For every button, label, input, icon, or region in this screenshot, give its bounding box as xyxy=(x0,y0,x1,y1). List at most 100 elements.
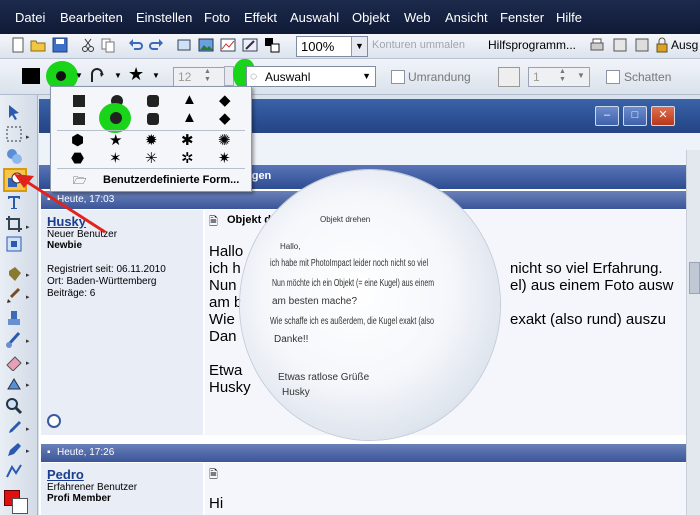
clone-tool-icon[interactable] xyxy=(5,309,23,327)
octagon-shape-icon[interactable]: ⬣ xyxy=(71,149,84,167)
lock-icon[interactable] xyxy=(654,37,670,53)
size-spinner[interactable]: 12 ▲ ▼ xyxy=(173,67,225,87)
curve-icon[interactable] xyxy=(90,68,108,84)
eyedropper-tool-icon[interactable] xyxy=(5,419,23,437)
menu-auswahl[interactable]: Auswahl xyxy=(290,10,339,25)
ellipse-3d-shape-icon[interactable] xyxy=(110,112,122,124)
post-time: Heute, 17:26 xyxy=(57,447,115,458)
stroke-color-swatch[interactable] xyxy=(498,67,520,87)
post-body: 🗎 Hi xyxy=(205,463,686,515)
menu-bearbeiten[interactable]: Bearbeiten xyxy=(60,10,123,25)
brush-tool-icon[interactable] xyxy=(5,287,23,305)
chevron-down-icon[interactable]: ▼ xyxy=(362,71,371,81)
zoom-tool-icon[interactable] xyxy=(5,397,23,415)
minimize-button[interactable]: – xyxy=(595,106,619,126)
ausgabe-button[interactable]: Ausg xyxy=(671,38,698,52)
menu-datei[interactable]: Datei xyxy=(15,10,45,25)
pen-tool-icon[interactable] xyxy=(5,441,23,459)
path-tool-icon[interactable] xyxy=(5,463,23,481)
stroke-spinner[interactable]: 1 ▲ ▼ ▼ xyxy=(528,67,590,87)
mode-select[interactable]: ◌ Auswahl ▼ xyxy=(246,66,376,87)
print-icon[interactable] xyxy=(589,37,605,53)
user-registered: Registriert seit: 06.11.2010 xyxy=(47,264,166,275)
sun-shape-icon[interactable]: ✷ xyxy=(218,149,231,167)
rounded-rect-shape-icon[interactable] xyxy=(147,95,159,107)
selection-tool-icon[interactable] xyxy=(5,125,23,143)
rectangle-3d-shape-icon[interactable] xyxy=(73,113,85,125)
burst-shape-icon[interactable]: ✹ xyxy=(145,131,158,149)
rectangle-shape-icon[interactable] xyxy=(73,95,85,107)
edit-image-icon[interactable] xyxy=(242,37,258,53)
pointer-tool-icon[interactable] xyxy=(5,103,23,121)
scrollbar-thumb[interactable] xyxy=(689,262,700,294)
menu-hilfe[interactable]: Hilfe xyxy=(556,10,582,25)
menu-fenster[interactable]: Fenster xyxy=(500,10,544,25)
menu-einstellen[interactable]: Einstellen xyxy=(136,10,192,25)
diamond-shape-icon[interactable]: ◆ xyxy=(219,91,231,109)
konturen-button[interactable]: Konturen ummalen xyxy=(372,39,465,51)
star-icon[interactable]: ★ xyxy=(128,64,144,85)
asterisk-shape-icon[interactable]: ✳ xyxy=(145,149,158,167)
triangle-3d-shape-icon[interactable]: ▲ xyxy=(182,109,197,126)
post-line: Wie xyxy=(209,311,235,328)
chevron-down-icon[interactable]: ▼ xyxy=(114,71,122,80)
tool-panel: ▸ ▸ ▸ ▸ ▸ ▸ ▸ ▸ ▸ ▸ xyxy=(0,95,38,515)
post-line: Hi xyxy=(209,495,224,512)
fill-color-swatch[interactable] xyxy=(22,68,40,84)
menu-foto[interactable]: Foto xyxy=(204,10,230,25)
menu-web[interactable]: Web xyxy=(404,10,431,25)
post-line: Hallo xyxy=(209,243,244,260)
chevron-down-icon[interactable]: ▼ xyxy=(152,71,160,80)
gear-shape-icon[interactable]: ✺ xyxy=(218,131,231,149)
diamond-3d-shape-icon[interactable]: ◆ xyxy=(219,109,231,127)
vertical-scrollbar[interactable] xyxy=(686,150,700,515)
export-icon[interactable] xyxy=(612,37,628,53)
shape-button[interactable] xyxy=(56,71,66,81)
background-color-swatch[interactable] xyxy=(12,498,28,514)
image-icon[interactable] xyxy=(198,37,214,53)
hilfsprogramme-button[interactable]: Hilfsprogramm... xyxy=(488,38,576,52)
cut-icon[interactable] xyxy=(80,37,96,53)
username-link[interactable]: Pedro xyxy=(47,467,84,482)
maximize-button[interactable]: □ xyxy=(623,106,647,126)
triangle-shape-icon[interactable]: ▲ xyxy=(182,91,197,108)
user-location: Ort: Baden-Württemberg xyxy=(47,276,157,287)
chevron-down-icon[interactable]: ▼ xyxy=(75,71,83,80)
menu-effekt[interactable]: Effekt xyxy=(244,10,277,25)
schatten-checkbox[interactable] xyxy=(606,70,620,84)
eraser-tool-icon[interactable] xyxy=(5,353,23,371)
redo-icon[interactable] xyxy=(148,37,164,53)
sphere-text: am besten mache? xyxy=(272,296,358,307)
capture-icon[interactable] xyxy=(176,37,192,53)
star-shape-icon[interactable]: ★ xyxy=(109,131,122,149)
rounded-rect-3d-shape-icon[interactable] xyxy=(147,113,159,125)
save-icon[interactable] xyxy=(52,37,68,53)
retouch-tool-icon[interactable] xyxy=(5,331,23,349)
hexagon-shape-icon[interactable]: ⬢ xyxy=(71,131,84,149)
zoom-select[interactable]: 100% ▼ xyxy=(296,36,368,57)
chart-icon[interactable] xyxy=(220,37,236,53)
star8-shape-icon[interactable]: ✲ xyxy=(181,149,194,167)
close-button[interactable]: ✕ xyxy=(651,106,675,126)
user-posts: Beiträge: 6 xyxy=(47,288,96,299)
new-file-icon[interactable] xyxy=(10,37,26,53)
sphere-text: Hallo, xyxy=(280,242,301,251)
star5-shape-icon[interactable]: ✱ xyxy=(181,131,194,149)
stamp-tool-icon[interactable] xyxy=(5,375,23,393)
chevron-down-icon[interactable]: ▼ xyxy=(351,37,367,56)
open-folder-icon[interactable] xyxy=(30,37,46,53)
menu-objekt[interactable]: Objekt xyxy=(352,10,390,25)
copy-icon[interactable] xyxy=(100,37,116,53)
undo-icon[interactable] xyxy=(128,37,144,53)
post-line: ich h xyxy=(209,260,241,277)
color-picker-icon[interactable] xyxy=(264,37,280,53)
menu-bar: Datei Bearbeiten Einstellen Foto Effekt … xyxy=(0,0,700,34)
umrandung-checkbox[interactable] xyxy=(391,70,405,84)
star6-shape-icon[interactable]: ✶ xyxy=(109,149,122,167)
user-info: Husky Neuer Benutzer Newbie Registriert … xyxy=(41,210,203,435)
menu-ansicht[interactable]: Ansicht xyxy=(445,10,488,25)
lasso-tool-icon[interactable] xyxy=(5,147,23,165)
bucket-tool-icon[interactable] xyxy=(5,265,23,283)
user-info: Pedro Erfahrener Benutzer Profi Member xyxy=(41,463,203,515)
output-icon[interactable] xyxy=(634,37,650,53)
